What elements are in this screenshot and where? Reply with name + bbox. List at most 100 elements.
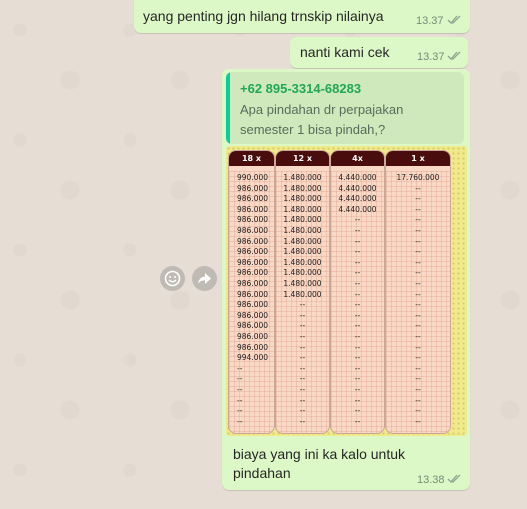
table-cell: --	[415, 268, 421, 278]
forward-icon	[198, 273, 211, 284]
table-cell: --	[354, 353, 361, 363]
table-cell: --	[237, 363, 243, 373]
table-cell: --	[354, 247, 361, 257]
table-cell: 994.000	[237, 353, 269, 363]
table-cell: --	[354, 406, 361, 416]
attached-image[interactable]: 18 x 990.000 986.000 986.000 986.000 986.000…	[226, 146, 467, 436]
caption-line-2: pindahan	[233, 465, 291, 481]
table-cell: --	[415, 385, 421, 394]
table-cell: --	[415, 321, 421, 331]
table-cell: 986.000	[237, 289, 269, 299]
quoted-message[interactable]: +62 895-3314-68283 Apa pindahan dr perpa…	[226, 72, 464, 144]
table-cell: --	[237, 406, 243, 416]
table-cell: --	[354, 416, 361, 426]
column-header: 1 x	[386, 151, 450, 166]
table-cell: --	[354, 385, 361, 394]
table-cell: 986.000	[237, 342, 269, 352]
table-cell: --	[415, 332, 421, 341]
message-time: 13.37	[416, 15, 444, 27]
table-cell: 986.000	[237, 268, 269, 278]
table-cell: 986.000	[237, 332, 269, 341]
table-cell: --	[415, 247, 421, 257]
quote-author: +62 895-3314-68283	[240, 81, 362, 96]
image-column-18x: 18 x 990.000 986.000 986.000 986.000 986.000…	[228, 150, 275, 434]
table-cell: 1.480.000	[283, 268, 322, 278]
table-cell: 986.000	[237, 247, 269, 257]
column-header: 18 x	[229, 151, 274, 166]
table-cell: --	[354, 215, 361, 225]
table-cell: --	[237, 385, 243, 394]
table-cell: --	[415, 353, 421, 363]
table-cell: --	[299, 353, 306, 363]
table-cell: --	[415, 310, 421, 320]
table-cell: --	[415, 300, 421, 310]
table-cell: --	[415, 226, 421, 235]
emoji-reaction-button[interactable]	[160, 266, 185, 291]
table-cell: --	[354, 279, 361, 288]
table-cell: 1.480.000	[283, 226, 322, 235]
table-cell: --	[415, 236, 421, 246]
table-cell: --	[415, 374, 421, 384]
quote-text-line-1: Apa pindahan dr perpajakan	[240, 102, 404, 117]
double-check-icon	[447, 51, 461, 60]
table-cell: --	[354, 310, 361, 320]
message-bubble-1[interactable]: yang penting jgn hilang trnskip nilainya…	[134, 0, 470, 33]
table-cell: --	[354, 236, 361, 246]
table-cell: 4.440.000	[338, 183, 377, 193]
table-cell: 986.000	[237, 300, 269, 310]
table-cell: --	[415, 204, 421, 214]
table-cell: --	[415, 363, 421, 373]
table-cell: 1.480.000	[283, 173, 322, 182]
table-cell: --	[415, 194, 421, 204]
message-text: yang penting jgn hilang trnskip nilainya	[143, 8, 384, 24]
table-cell: 1.480.000	[283, 204, 322, 214]
table-cell: --	[237, 374, 243, 384]
double-check-icon	[447, 15, 461, 24]
table-cell: --	[354, 257, 361, 267]
message-text: nanti kami cek	[300, 44, 390, 60]
table-cell: --	[415, 257, 421, 267]
table-cell: --	[299, 406, 306, 416]
table-cell: --	[299, 374, 306, 384]
table-cell: 986.000	[237, 215, 269, 225]
caption-line-1: biaya yang ini ka kalo untuk	[233, 446, 405, 462]
table-cell: 4.440.000	[338, 173, 377, 182]
table-cell: --	[237, 416, 243, 426]
table-cell: --	[354, 332, 361, 341]
quote-accent-bar	[226, 72, 230, 144]
table-cell: --	[354, 321, 361, 331]
image-column-4x: 4x 4.440.000 4.440.000 4.440.000 4.440.000-…	[330, 150, 385, 434]
table-cell: 1.480.000	[283, 194, 322, 204]
table-cell: 986.000	[237, 204, 269, 214]
double-check-icon	[447, 474, 461, 483]
table-cell: --	[354, 268, 361, 278]
table-cell: --	[299, 385, 306, 394]
table-cell: --	[299, 332, 306, 341]
table-cell: --	[299, 363, 306, 373]
table-cell: --	[415, 215, 421, 225]
table-cell: --	[299, 321, 306, 331]
table-cell: --	[354, 374, 361, 384]
table-cell: 4.440.000	[338, 194, 377, 204]
table-cell: --	[354, 289, 361, 299]
table-cell: 986.000	[237, 226, 269, 235]
table-cell: --	[415, 342, 421, 352]
table-cell: --	[354, 363, 361, 373]
column-header: 12 x	[276, 151, 329, 166]
table-cell: --	[415, 395, 421, 405]
table-cell: 1.480.000	[283, 183, 322, 193]
table-cell: 1.480.000	[283, 279, 322, 288]
message-bubble-2[interactable]: nanti kami cek 13.37	[290, 37, 468, 68]
quote-text-line-2: semester 1 bisa pindah,?	[240, 122, 386, 137]
table-cell: 1.480.000	[283, 236, 322, 246]
table-cell: --	[354, 342, 361, 352]
table-cell: 986.000	[237, 321, 269, 331]
table-cell: 1.480.000	[283, 247, 322, 257]
table-cell: --	[299, 342, 306, 352]
table-cell: --	[354, 395, 361, 405]
table-cell: 1.480.000	[283, 215, 322, 225]
smiley-icon	[164, 270, 181, 287]
table-cell: 4.440.000	[338, 204, 377, 214]
table-cell: --	[299, 395, 306, 405]
forward-button[interactable]	[192, 266, 217, 291]
